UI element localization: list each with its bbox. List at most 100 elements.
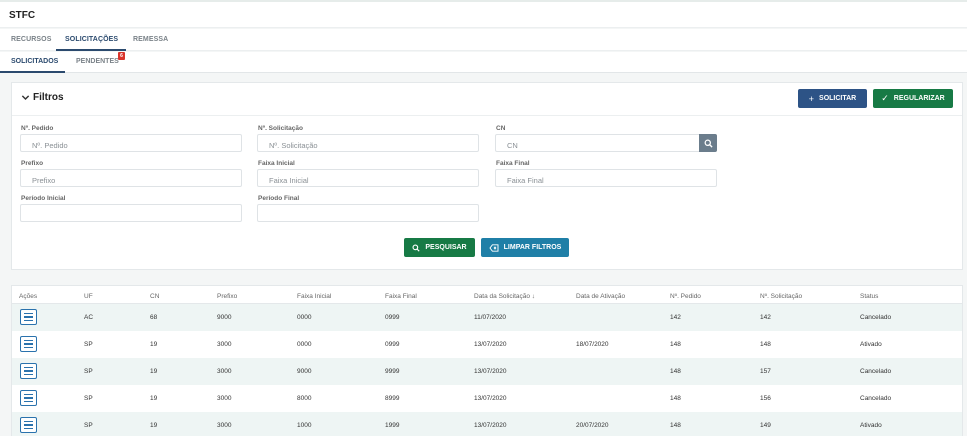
row-menu-button[interactable] [20,390,37,406]
column-header-solicitacao[interactable]: Nº. Solicitação [760,293,802,300]
row-menu-button[interactable] [20,336,37,352]
table-cell: Cancelado [860,395,892,402]
table-cell: 13/07/2020 [474,341,507,348]
faixa-final-input[interactable] [496,172,716,189]
menu-icon-bar [24,366,33,369]
menu-icon-bar [24,346,33,349]
menu-icon-bar [24,339,33,342]
menu-icon-bar [24,400,33,403]
regularizar-button[interactable]: ✓ REGULARIZAR [873,89,953,108]
column-header-cn[interactable]: CN [150,293,159,300]
column-header-uf[interactable]: UF [84,293,93,300]
cn-label: CN [496,125,506,132]
periodo-final-label: Período Final [258,195,300,202]
table-cell: 0999 [385,341,400,348]
tab-remessa[interactable]: REMESSA [133,36,168,43]
pesquisar-label: PESQUISAR [425,244,467,251]
column-header-data-ativacao[interactable]: Data de Ativação [576,293,625,300]
table-cell: 13/07/2020 [474,395,507,402]
pesquisar-button[interactable]: PESQUISAR [404,238,475,257]
active-tab-indicator [56,49,126,51]
search-icon [412,243,420,252]
faixa-inicial-input[interactable] [258,172,478,189]
prefixo-field [20,169,242,189]
menu-icon-bar [24,319,33,322]
limpar-filtros-button[interactable]: LIMPAR FILTROS [481,238,569,257]
pedido-input[interactable] [21,137,241,154]
row-menu-button[interactable] [20,417,37,433]
solicitacao-input[interactable] [258,137,478,154]
periodo-inicial-input[interactable] [21,207,241,224]
column-header-prefixo[interactable]: Prefixo [217,293,237,300]
menu-icon-bar [24,397,33,399]
tab-solicitacoes[interactable]: SOLICITAÇÕES [65,36,118,43]
subtab-solicitados[interactable]: SOLICITADOS [11,58,58,65]
table-cell: 8000 [297,395,312,402]
app-title: STFC [9,10,36,21]
column-header-status[interactable]: Status [860,293,878,300]
menu-icon-bar [24,393,33,396]
table-row: SP 19 3000 9000 9999 13/07/2020 148 157 Cancelad… [12,358,962,385]
faixa-inicial-label: Faixa Inicial [258,160,295,167]
regularizar-label: REGULARIZAR [893,95,945,102]
table-row: SP 19 3000 0000 0999 13/07/2020 18/07/2020 148 1… [12,331,962,358]
table-cell: Ativado [860,422,882,429]
subtab-pendentes[interactable]: PENDENTES [76,58,119,65]
table-cell: SP [84,341,93,348]
table-cell: 13/07/2020 [474,422,507,429]
table-cell: Cancelado [860,368,892,375]
table-cell: 20/07/2020 [576,422,609,429]
table-cell: 19 [150,395,158,402]
solicitar-button[interactable]: + SOLICITAR [798,89,867,108]
table-cell: 19 [150,422,158,429]
filter-panel-header: Filtros + SOLICITAR ✓ REGULARIZAR [12,83,962,116]
table-cell: 0999 [385,314,400,321]
cn-input[interactable] [496,137,716,154]
column-header-faixa-inicial[interactable]: Faixa Inicial [297,293,331,300]
table-row: SP 19 3000 1000 1999 13/07/2020 20/07/2020 148 1… [12,412,962,436]
menu-icon-bar [24,370,33,372]
table-cell: 148 [760,341,771,348]
filter-panel-title: Filtros [33,92,64,103]
table-cell: SP [84,368,93,375]
table-cell: 142 [670,314,681,321]
column-header-data-solicitacao[interactable]: Data da Solicitação ↓ [474,293,535,300]
table-cell: 11/07/2020 [474,314,507,321]
menu-icon-bar [24,373,33,376]
table-cell: 0000 [297,314,312,321]
search-icon [704,139,713,148]
active-subtab-indicator [0,71,65,73]
table-cell: 8999 [385,395,400,402]
row-menu-button[interactable] [20,309,37,325]
chevron-down-icon[interactable] [21,93,30,104]
row-menu-button[interactable] [20,363,37,379]
periodo-inicial-label: Período Inicial [21,195,66,202]
table-cell: 148 [670,395,681,402]
table-cell: 1000 [297,422,312,429]
table-cell: 142 [760,314,771,321]
menu-icon-bar [24,316,33,318]
table-cell: 149 [760,422,771,429]
top-bar: STFC [0,0,967,28]
table-cell: 9000 [297,368,312,375]
solicitacao-field [257,134,479,154]
menu-icon-bar [24,424,33,426]
table-cell: 19 [150,341,158,348]
primary-tabs: RECURSOS SOLICITAÇÕES REMESSA [0,29,967,51]
cn-field [495,134,717,154]
menu-icon-bar [24,427,33,430]
tab-recursos[interactable]: RECURSOS [11,36,51,43]
prefixo-input[interactable] [21,172,241,189]
table-row: SP 19 3000 8000 8999 13/07/2020 148 156 Cancelad… [12,385,962,412]
column-header-pedido[interactable]: Nº. Pedido [670,293,701,300]
plus-icon: + [808,93,815,104]
periodo-final-field [257,204,479,224]
periodo-final-input[interactable] [258,207,478,224]
menu-icon-bar [24,343,33,345]
table-cell: 156 [760,395,771,402]
column-header-faixa-final[interactable]: Faixa Final [385,293,417,300]
table-cell: 19 [150,368,158,375]
cn-search-button[interactable] [699,134,717,152]
limpar-filtros-label: LIMPAR FILTROS [503,244,562,251]
table-cell: Cancelado [860,314,892,321]
